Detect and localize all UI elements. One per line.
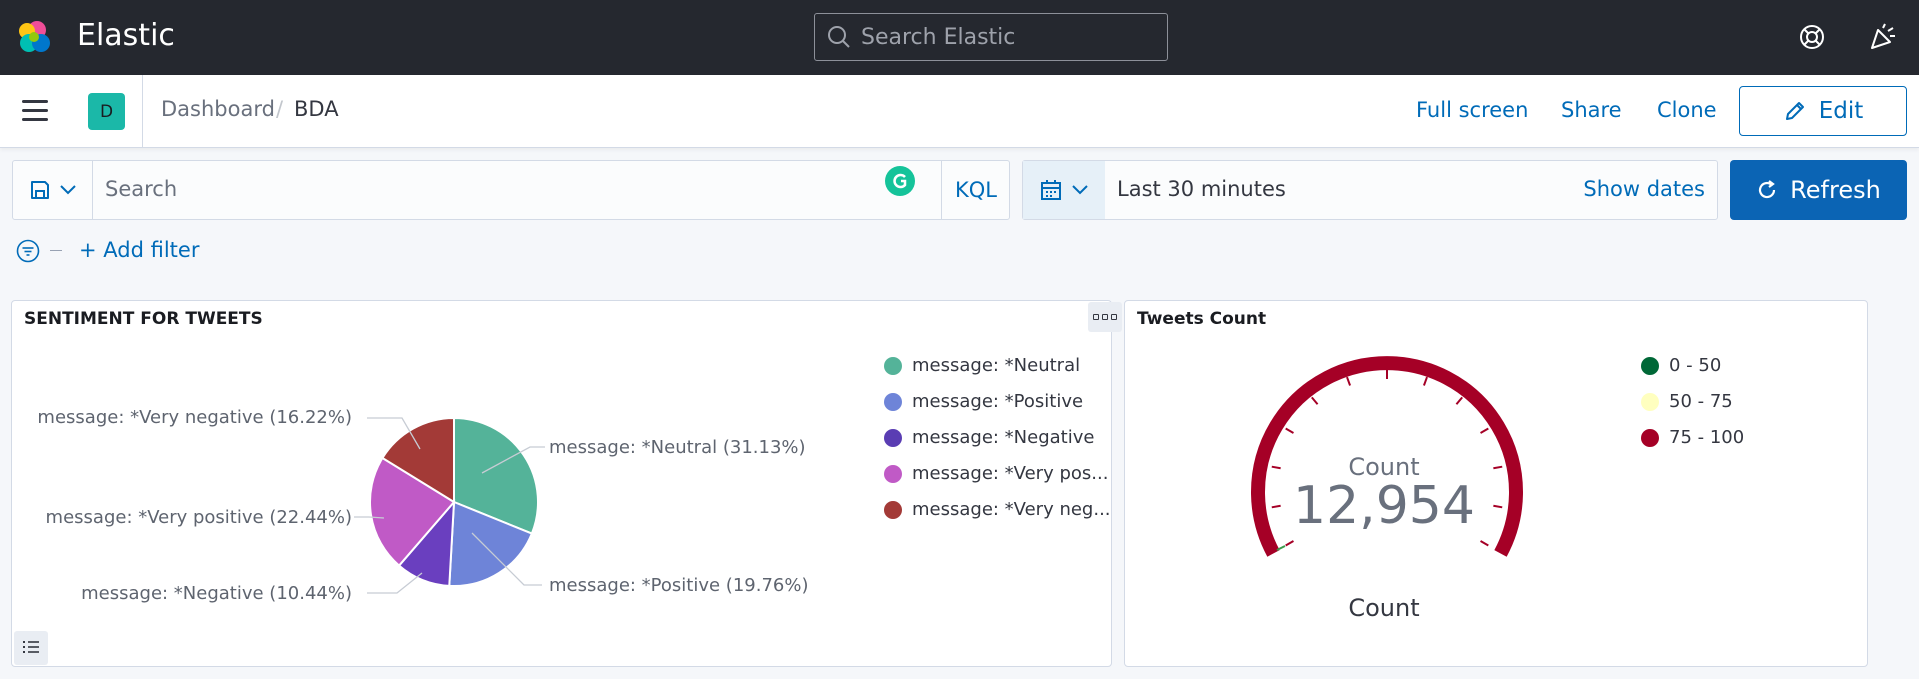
gauge-tick bbox=[1422, 376, 1428, 386]
space-avatar[interactable]: D bbox=[88, 93, 125, 130]
help-icon[interactable] bbox=[1797, 22, 1827, 52]
legend-dot bbox=[1641, 356, 1659, 375]
legend-item-range-3[interactable]: 75 - 100 bbox=[1641, 427, 1744, 448]
callout-very-positive: message: *Very positive (22.44%) bbox=[46, 507, 352, 528]
legend-toggle-button[interactable] bbox=[14, 631, 48, 665]
sentiment-pie-panel: SENTIMENT FOR TWEETS message: *Neutral (… bbox=[11, 300, 1122, 667]
gauge-tick bbox=[1455, 396, 1463, 405]
dashboard-navbar: D Dashboard / BDA Full screen Share Clon… bbox=[0, 75, 1919, 148]
elastic-logo-icon[interactable] bbox=[14, 17, 54, 57]
global-header: Elastic Search Elastic bbox=[0, 0, 1919, 75]
add-filter-button[interactable]: + Add filter bbox=[79, 238, 199, 262]
legend-dot bbox=[884, 428, 902, 447]
brand-name[interactable]: Elastic bbox=[77, 18, 175, 53]
gauge-tick bbox=[1285, 427, 1294, 434]
callout-negative: message: *Negative (10.44%) bbox=[81, 583, 352, 604]
legend-label: message: *Very neg... bbox=[912, 499, 1111, 520]
legend-dot bbox=[1641, 392, 1659, 411]
filter-divider bbox=[50, 250, 62, 251]
refresh-icon bbox=[1759, 180, 1776, 199]
full-screen-link[interactable]: Full screen bbox=[1416, 98, 1528, 122]
clone-link[interactable]: Clone bbox=[1657, 98, 1717, 122]
global-search-placeholder: Search Elastic bbox=[861, 24, 1016, 50]
search-icon bbox=[828, 26, 850, 48]
gauge-bottom-label: Count bbox=[1348, 594, 1419, 622]
save-icon bbox=[30, 181, 49, 199]
gauge-value: 12,954 bbox=[1293, 476, 1475, 536]
chevron-down-icon bbox=[59, 185, 76, 195]
callout-positive: message: *Positive (19.76%) bbox=[549, 575, 808, 596]
edit-button[interactable]: Edit bbox=[1739, 86, 1907, 136]
gauge-tick bbox=[1493, 504, 1503, 509]
list-icon bbox=[23, 641, 39, 653]
legend-dot bbox=[884, 392, 902, 411]
quick-select-button[interactable] bbox=[1023, 161, 1105, 219]
refresh-button[interactable]: Refresh bbox=[1730, 160, 1907, 220]
filter-options-icon[interactable] bbox=[16, 239, 40, 263]
menu-toggle-icon[interactable] bbox=[22, 100, 48, 122]
legend-item-positive[interactable]: message: *Positive bbox=[884, 391, 1083, 412]
refresh-button-label: Refresh bbox=[1790, 176, 1881, 204]
legend-label: message: *Positive bbox=[912, 391, 1084, 412]
legend-item-range-2[interactable]: 50 - 75 bbox=[1641, 391, 1733, 412]
breadcrumb-dashboard[interactable]: Dashboard bbox=[161, 97, 275, 121]
edit-button-label: Edit bbox=[1818, 98, 1864, 124]
legend-item-range-1[interactable]: 0 - 50 bbox=[1641, 355, 1721, 376]
legend-label: 0 - 50 bbox=[1669, 355, 1722, 376]
gauge-tick bbox=[1271, 504, 1281, 509]
legend-label: message: *Negative bbox=[912, 427, 1095, 448]
callout-neutral: message: *Neutral (31.13%) bbox=[549, 437, 806, 458]
query-bar: Search KQL bbox=[12, 160, 1010, 220]
tweets-count-gauge-panel: Tweets Count Count 12,954 Count 0 - 50 5… bbox=[1124, 300, 1868, 667]
legend-dot bbox=[884, 500, 902, 519]
show-dates-link[interactable]: Show dates bbox=[1583, 177, 1705, 201]
gauge-tick bbox=[1271, 465, 1281, 470]
legend-label: message: *Neutral bbox=[912, 355, 1081, 376]
saved-query-menu-button[interactable] bbox=[13, 161, 93, 219]
legend-label: 50 - 75 bbox=[1669, 391, 1733, 412]
legend-label: message: *Very pos... bbox=[912, 463, 1109, 484]
calendar-icon bbox=[1041, 180, 1061, 200]
legend-dot bbox=[884, 464, 902, 483]
time-picker: Last 30 minutes Show dates bbox=[1022, 160, 1718, 220]
breadcrumb-separator: / bbox=[276, 97, 284, 121]
legend-item-neutral[interactable]: message: *Neutral bbox=[884, 355, 1080, 376]
legend-dot bbox=[884, 356, 902, 375]
nav-divider bbox=[142, 75, 143, 148]
pencil-icon bbox=[1785, 102, 1804, 120]
gauge-tick bbox=[1346, 376, 1352, 386]
legend-item-very-negative[interactable]: message: *Very neg... bbox=[884, 499, 1111, 520]
gauge-tick bbox=[1480, 540, 1489, 547]
share-link[interactable]: Share bbox=[1561, 98, 1622, 122]
global-search-input[interactable]: Search Elastic bbox=[814, 13, 1168, 61]
gauge-chart: Count 12,954 Count bbox=[1251, 356, 1523, 622]
chevron-down-icon bbox=[1072, 185, 1088, 195]
time-range-label[interactable]: Last 30 minutes bbox=[1117, 177, 1286, 201]
legend-label: 75 - 100 bbox=[1669, 427, 1745, 448]
grammarly-icon[interactable] bbox=[885, 166, 915, 196]
gauge-tick bbox=[1285, 540, 1294, 547]
gauge-tick bbox=[1480, 427, 1489, 434]
legend-dot bbox=[1641, 428, 1659, 447]
gauge-tick bbox=[1311, 396, 1319, 405]
legend-item-very-positive[interactable]: message: *Very pos... bbox=[884, 463, 1108, 484]
breadcrumb-current: BDA bbox=[294, 97, 339, 121]
newsfeed-icon[interactable] bbox=[1868, 22, 1898, 52]
query-search-input[interactable]: Search bbox=[105, 177, 177, 201]
legend-item-negative[interactable]: message: *Negative bbox=[884, 427, 1094, 448]
gauge-tick bbox=[1493, 465, 1503, 470]
query-language-button[interactable]: KQL bbox=[941, 161, 1010, 219]
callout-very-negative: message: *Very negative (16.22%) bbox=[37, 407, 352, 428]
